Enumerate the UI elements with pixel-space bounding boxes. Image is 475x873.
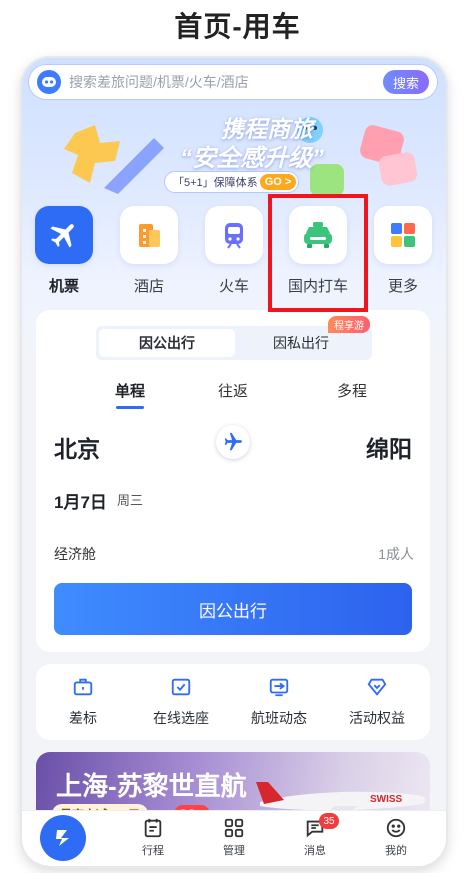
service-train[interactable]: 火车	[197, 204, 271, 304]
tab-itinerary[interactable]: 行程	[118, 815, 188, 858]
service-label: 机票	[48, 278, 79, 295]
tool-label: 在线选座	[153, 710, 209, 726]
cabin-class-select[interactable]: 经济舱	[54, 544, 96, 564]
search-input[interactable]: 搜索差旅问题/机票/火车/酒店	[69, 72, 383, 92]
train-icon	[205, 206, 263, 264]
tab-multi-city[interactable]: 多程	[312, 380, 392, 401]
tab-profile[interactable]: 我的	[361, 815, 431, 858]
tab-round-trip[interactable]: 往返	[193, 380, 273, 401]
booking-card: 因公出行 因私出行 程享游 单程 往返 多程 北京 绵阳 1月7日 周三 经济舱…	[36, 310, 430, 652]
quick-tools: 差标 在线选座 航班动态 活动权益	[36, 664, 430, 740]
tab-messages[interactable]: 35 消息	[280, 813, 350, 858]
manage-grid-icon	[199, 815, 269, 841]
page-heading: 首页-用车	[174, 11, 301, 42]
diamond-icon	[332, 674, 422, 700]
active-tab-indicator	[116, 406, 144, 409]
service-flight[interactable]: 机票	[27, 204, 101, 304]
tool-label: 航班动态	[251, 710, 307, 726]
service-label: 火车	[218, 278, 249, 295]
flight-status-icon	[234, 674, 324, 700]
travel-type-switch: 因公出行 因私出行 程享游	[96, 316, 372, 360]
departure-weekday: 周三	[117, 493, 144, 508]
swap-cities-button[interactable]	[216, 425, 250, 459]
banner-subtitle: “安全感升级”	[180, 145, 324, 172]
arrival-city[interactable]: 绵阳	[366, 430, 412, 464]
departure-date[interactable]: 1月7日	[54, 488, 107, 513]
service-label: 更多	[387, 278, 418, 295]
passenger-count-select[interactable]: 1成人	[378, 544, 414, 564]
service-hotel[interactable]: 酒店	[112, 204, 186, 304]
tab-label: 消息	[304, 845, 326, 857]
tool-travel-standard[interactable]: 差标	[38, 674, 128, 728]
promo-title: 上海-苏黎世直航	[56, 771, 247, 801]
airplane-icon	[35, 206, 93, 264]
message-count-badge: 35	[319, 813, 339, 829]
message-icon: 35	[280, 813, 350, 841]
personal-travel-badge: 程享游	[328, 316, 370, 333]
profile-icon	[361, 815, 431, 841]
airline-logo-text: SWISS	[370, 794, 403, 805]
service-label: 国内打车	[287, 278, 348, 295]
phone-screen: 搜索差旅问题/机票/火车/酒店 搜索 携程商旅 “安全感升级” 「5+1」保障体…	[22, 58, 446, 866]
service-taxi[interactable]: 国内打车	[281, 204, 355, 304]
tab-business-travel[interactable]: 因公出行	[99, 329, 235, 357]
swap-plane-icon	[224, 432, 242, 451]
tool-label: 差标	[69, 710, 97, 726]
search-button[interactable]: 搜索	[383, 70, 429, 94]
tab-label: 管理	[223, 845, 245, 857]
banner-decoration	[360, 125, 418, 186]
tab-one-way[interactable]: 单程	[90, 380, 170, 401]
banner-pill[interactable]: 「5+1」保障体系 GO >	[164, 171, 299, 193]
tool-flight-status[interactable]: 航班动态	[234, 674, 324, 728]
tab-label: 我的	[385, 845, 407, 857]
tool-seat-select[interactable]: 在线选座	[136, 674, 226, 728]
hotel-icon	[120, 206, 178, 264]
tab-manage[interactable]: 管理	[199, 815, 269, 858]
tool-benefits[interactable]: 活动权益	[332, 674, 422, 728]
more-grid-icon	[374, 206, 432, 264]
itinerary-icon	[118, 815, 188, 841]
banner-pill-text: 「5+1」保障体系	[173, 177, 258, 189]
briefcase-icon	[38, 674, 128, 700]
service-label: 酒店	[133, 278, 164, 295]
seat-select-icon	[136, 674, 226, 700]
search-bar[interactable]: 搜索差旅问题/机票/火车/酒店 搜索	[28, 64, 438, 100]
home-logo-icon	[56, 830, 69, 846]
service-more[interactable]: 更多	[366, 204, 440, 304]
banner-go-button[interactable]: GO >	[260, 174, 296, 190]
tab-home[interactable]	[40, 815, 86, 861]
service-grid: 机票 酒店 火车 国内打车 更多	[22, 204, 446, 304]
robot-assistant-icon[interactable]	[37, 70, 61, 94]
search-flights-button[interactable]: 因公出行	[54, 583, 412, 635]
departure-city[interactable]: 北京	[54, 430, 100, 464]
tab-personal-travel[interactable]: 因私出行	[233, 329, 369, 357]
tab-label: 行程	[142, 845, 164, 857]
bottom-tab-bar: 行程 管理 35 消息 我的	[22, 810, 446, 866]
taxi-icon	[289, 206, 347, 264]
tool-label: 活动权益	[349, 710, 405, 726]
